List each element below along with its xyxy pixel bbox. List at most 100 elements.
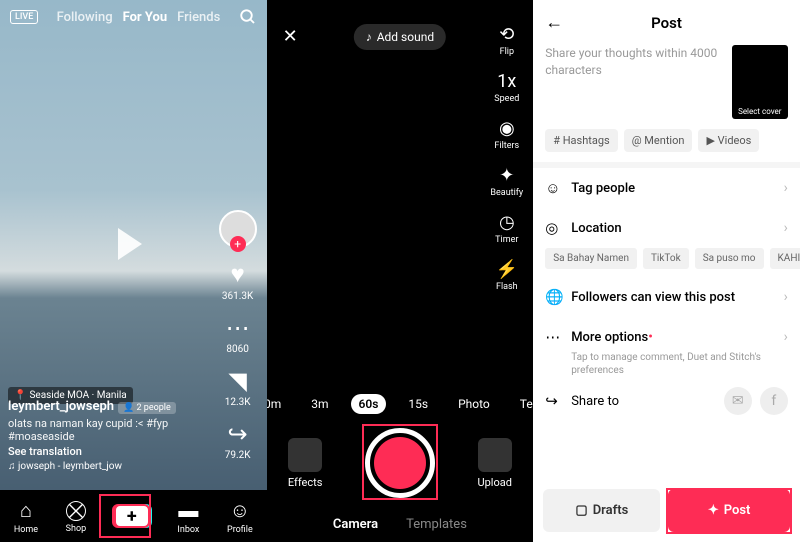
people-badge[interactable]: 👤 2 people [118,402,176,414]
location-icon: ◎ [545,219,563,237]
upload-button[interactable]: Upload [477,438,511,489]
flash-button[interactable]: ⚡Flash [496,259,518,292]
nav-home[interactable]: ⌂Home [14,498,38,535]
dur-10m[interactable]: 10m [267,394,290,414]
facebook-icon[interactable]: f [760,387,788,415]
chip-videos[interactable]: ▶ Videos [698,129,759,152]
profile-icon: ☺ [230,498,250,523]
author-avatar[interactable]: + [219,210,257,248]
feed-panel: LIVE Following For You Friends + ♥ 361.3K… [0,0,267,542]
comment-icon: ⋯ [226,314,250,342]
effects-button[interactable]: Effects [288,438,323,489]
timer-icon: ◷ [499,212,515,233]
share-button[interactable]: ↪79.2K [225,420,251,461]
chevron-right-icon: › [784,329,788,345]
location-suggestions: Sa Bahay Namen TikTok Sa puso mo KAHIT S… [533,248,800,277]
follow-plus-icon[interactable]: + [230,236,246,252]
like-count: 361.3K [222,291,253,302]
dur-photo[interactable]: Photo [450,394,498,414]
feed-tabs: Following For You Friends [48,10,228,25]
chevron-right-icon: › [784,180,788,196]
more-label: More options• [571,330,775,345]
person-icon: ☺ [545,179,563,197]
back-icon[interactable]: ← [545,12,563,33]
speed-icon: 1x [497,71,516,92]
dots-icon: ⋯ [545,328,563,346]
insert-chips: # Hashtags @ Mention ▶ Videos [533,119,800,162]
location-row[interactable]: ◎ Location › [533,208,800,248]
timer-button[interactable]: ◷Timer [495,212,518,245]
messenger-icon[interactable]: ✉ [724,387,752,415]
see-translation[interactable]: See translation [8,445,212,458]
nav-shop[interactable]: ⛒Shop [66,498,87,534]
share-to-row: ↪Share to ✉ f [533,377,800,425]
chevron-right-icon: › [784,220,788,236]
drafts-button[interactable]: ▢ Drafts [543,489,660,532]
bookmark-button[interactable]: ◥12.3K [225,367,251,408]
upload-thumb [478,438,512,472]
search-icon[interactable] [239,8,257,26]
flip-button[interactable]: ⟲Flip [499,24,514,57]
nav-profile[interactable]: ☺Profile [227,498,253,535]
flip-icon: ⟲ [499,24,514,45]
share-targets: ✉ f [724,387,788,415]
music-info[interactable]: ♫ jowseph - leymbert_jow [8,461,212,472]
loc-chip[interactable]: Sa Bahay Namen [545,248,637,269]
visibility-row[interactable]: 🌐 Followers can view this post › [533,277,800,317]
home-icon: ⌂ [20,498,32,523]
tag-people-row[interactable]: ☺Tag people› [533,168,800,208]
bookmark-icon: ◥ [228,367,246,395]
username[interactable]: leymbert_jowseph [8,399,114,414]
location-label: Location [571,221,775,236]
feed-header: LIVE Following For You Friends [0,8,267,26]
filters-button[interactable]: ◉Filters [494,118,519,151]
tab-following[interactable]: Following [57,10,113,25]
chip-mention[interactable]: @ Mention [624,129,693,152]
action-rail: + ♥ 361.3K ⋯8060 ◥12.3K ↪79.2K [219,210,257,461]
caption-input[interactable]: Share your thoughts within 4000 characte… [545,45,724,119]
dur-60s[interactable]: 60s [351,394,387,414]
loc-chip[interactable]: Sa puso mo [695,248,764,269]
chip-hashtags[interactable]: # Hashtags [545,129,618,152]
chevron-right-icon: › [784,289,788,305]
filters-icon: ◉ [499,118,515,139]
dur-3m[interactable]: 3m [303,394,336,414]
comment-button[interactable]: ⋯8060 [226,314,250,355]
visibility-label: Followers can view this post [571,290,775,305]
inbox-icon: ▬ [178,498,198,523]
highlight-record [362,424,438,500]
live-badge[interactable]: LIVE [10,10,38,24]
close-icon[interactable]: ✕ [283,26,298,47]
caption-text: olats na naman kay cupid :< #fyp #moasea… [8,417,212,443]
add-sound-button[interactable]: ♪ Add sound [354,24,446,50]
duration-selector: 10m 3m 60s 15s Photo Text [267,394,534,414]
dur-text[interactable]: Text [512,394,533,414]
dur-15s[interactable]: 15s [400,394,436,414]
effects-thumb [288,438,322,472]
post-title: Post [651,14,682,32]
camera-mode-tabs: Camera Templates [267,517,534,532]
speed-button[interactable]: 1xSpeed [494,71,519,104]
tab-friends[interactable]: Friends [177,10,220,25]
nav-inbox[interactable]: ▬Inbox [177,498,199,535]
camera-controls: ⟲Flip 1xSpeed ◉Filters ✦Beautify ◷Timer … [490,24,523,292]
beautify-icon: ✦ [499,165,514,186]
caption-area: leymbert_jowseph 👤 2 people olats na nama… [8,399,212,472]
tab-camera[interactable]: Camera [333,517,378,532]
tab-for-you[interactable]: For You [123,10,168,25]
like-button[interactable]: ♥ 361.3K [222,260,253,302]
globe-icon: 🌐 [545,288,563,306]
play-icon[interactable] [118,228,142,260]
loc-chip[interactable]: KAHIT SA [770,248,800,269]
compose-area: Share your thoughts within 4000 characte… [533,45,800,119]
more-subtext: Tap to manage comment, Duet and Stitch's… [533,351,800,377]
select-cover[interactable]: Select cover [732,45,788,119]
share-count: 79.2K [225,450,251,461]
beautify-button[interactable]: ✦Beautify [490,165,523,198]
post-panel: ← Post Share your thoughts within 4000 c… [533,0,800,542]
tab-templates[interactable]: Templates [406,517,467,532]
highlight-post [666,488,792,534]
loc-chip[interactable]: TikTok [643,248,689,269]
share-icon: ↪ [545,392,563,410]
heart-icon: ♥ [230,260,244,289]
